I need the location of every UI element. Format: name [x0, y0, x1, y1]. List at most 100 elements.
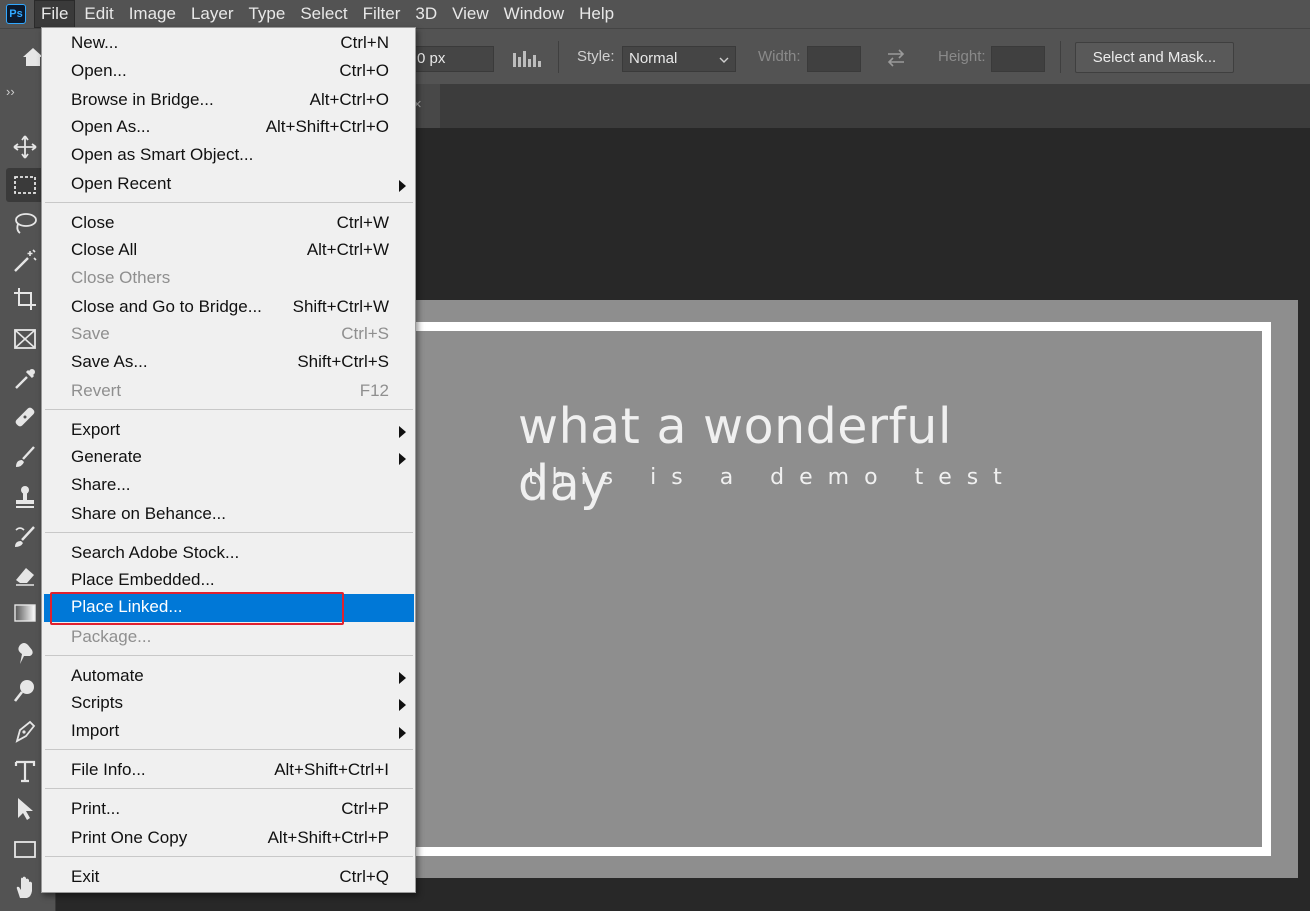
menu-item-label: Revert [71, 381, 122, 400]
clone-stamp-tool-icon[interactable] [6, 480, 46, 514]
menu-type[interactable]: Type [242, 1, 291, 27]
menu-item-label: Browse in Bridge... [71, 90, 214, 109]
menu-item-open-as[interactable]: Open As... Alt+Shift+Ctrl+O [44, 114, 414, 142]
type-tool-icon[interactable] [6, 754, 46, 788]
dodge-tool-icon[interactable] [6, 674, 46, 708]
menu-item-shortcut: Alt+Ctrl+W [306, 240, 389, 259]
menu-item-label: Search Adobe Stock... [71, 543, 240, 562]
photoshop-logo-icon[interactable]: Ps [6, 4, 26, 24]
menu-item-label: Open... [71, 61, 127, 80]
eyedropper-tool-icon[interactable] [6, 362, 46, 396]
menu-item-shortcut: F12 [359, 381, 389, 400]
menu-image[interactable]: Image [123, 1, 182, 27]
canvas-subtitle-text: this is a demo test [528, 465, 1017, 490]
menu-edit[interactable]: Edit [78, 1, 119, 27]
select-and-mask-button[interactable]: Select and Mask... [1075, 42, 1234, 73]
menu-separator [45, 409, 413, 410]
menu-item-package: Package... [44, 624, 414, 652]
move-tool-icon[interactable] [6, 130, 46, 164]
menu-item-close-and-go-to-bridge[interactable]: Close and Go to Bridge... Shift+Ctrl+W [44, 294, 414, 322]
style-select[interactable]: Normal [622, 46, 736, 72]
menu-item-shortcut: Ctrl+Q [339, 867, 389, 886]
menu-item-revert: Revert F12 [44, 378, 414, 406]
frame-tool-icon[interactable] [6, 322, 46, 356]
menu-help[interactable]: Help [573, 1, 620, 27]
submenu-arrow-icon [399, 727, 406, 739]
menu-item-print[interactable]: Print... Ctrl+P [44, 796, 414, 824]
menu-item-shortcut: Ctrl+W [336, 213, 389, 232]
menu-select[interactable]: Select [294, 1, 353, 27]
menu-item-automate[interactable]: Automate [44, 663, 414, 691]
menu-item-open-recent[interactable]: Open Recent [44, 171, 414, 199]
anti-alias-icon[interactable] [512, 49, 542, 69]
menu-item-place-embedded[interactable]: Place Embedded... [44, 567, 414, 595]
collapse-panel-icon[interactable]: ›› [6, 84, 15, 99]
width-input[interactable] [807, 46, 861, 72]
height-input[interactable] [991, 46, 1045, 72]
path-selection-tool-icon[interactable] [6, 792, 46, 826]
rectangle-tool-icon[interactable] [6, 832, 46, 866]
chevron-down-icon [719, 57, 729, 63]
annotation-highlight-box [50, 592, 344, 625]
menu-item-label: Scripts [71, 693, 123, 712]
menu-view[interactable]: View [446, 1, 495, 27]
file-menu-dropdown: New... Ctrl+N Open... Ctrl+O Browse in Bri… [41, 27, 416, 893]
menu-item-label: Close Others [71, 268, 171, 287]
gradient-tool-icon[interactable] [6, 596, 46, 630]
menu-item-close-all[interactable]: Close All Alt+Ctrl+W [44, 237, 414, 265]
feather-input[interactable]: 0 px [410, 46, 494, 72]
menu-item-scripts[interactable]: Scripts [44, 690, 414, 718]
crop-tool-icon[interactable] [6, 282, 46, 316]
submenu-arrow-icon [399, 699, 406, 711]
swap-arrows-icon[interactable] [885, 49, 907, 67]
rectangular-marquee-tool-icon[interactable] [6, 168, 46, 202]
menu-3d[interactable]: 3D [409, 1, 443, 27]
healing-brush-tool-icon[interactable] [6, 400, 46, 434]
canvas-title-text: what a wonderful day [518, 398, 952, 512]
menu-window[interactable]: Window [498, 1, 570, 27]
menu-item-exit[interactable]: Exit Ctrl+Q [44, 864, 414, 892]
menu-item-import[interactable]: Import [44, 718, 414, 746]
history-brush-tool-icon[interactable] [6, 520, 46, 554]
magic-wand-tool-icon[interactable] [6, 244, 46, 278]
menu-item-shortcut: Alt+Ctrl+O [309, 90, 389, 109]
menu-item-label: Share... [71, 475, 131, 494]
menu-item-shortcut: Shift+Ctrl+W [292, 297, 389, 316]
menu-item-generate[interactable]: Generate [44, 444, 414, 472]
menu-item-search-adobe-stock[interactable]: Search Adobe Stock... [44, 540, 414, 568]
menu-item-label: Generate [71, 447, 142, 466]
menu-item-file-info[interactable]: File Info... Alt+Shift+Ctrl+I [44, 757, 414, 785]
menu-bar: Ps File Edit Image Layer Type Select Fil… [0, 0, 1310, 28]
menu-item-label: Import [71, 721, 120, 740]
brush-tool-icon[interactable] [6, 440, 46, 474]
menu-file[interactable]: File [34, 0, 76, 28]
smudge-tool-icon[interactable] [6, 636, 46, 670]
menu-item-label: Share on Behance... [71, 504, 227, 523]
menu-item-label: Automate [71, 666, 144, 685]
menu-item-share[interactable]: Share... [44, 472, 414, 500]
menu-item-export[interactable]: Export [44, 417, 414, 445]
menu-item-print-one-copy[interactable]: Print One Copy Alt+Shift+Ctrl+P [44, 825, 414, 853]
menu-item-browse-in-bridge[interactable]: Browse in Bridge... Alt+Ctrl+O [44, 87, 414, 115]
eraser-tool-icon[interactable] [6, 558, 46, 592]
menu-item-label: Place Embedded... [71, 570, 215, 589]
menu-item-save-as[interactable]: Save As... Shift+Ctrl+S [44, 349, 414, 377]
menu-item-open[interactable]: Open... Ctrl+O [44, 58, 414, 86]
lasso-tool-icon[interactable] [6, 206, 46, 240]
menu-item-label: Open as Smart Object... [71, 145, 254, 164]
menu-filter[interactable]: Filter [357, 1, 407, 27]
menu-item-shortcut: Ctrl+S [341, 324, 389, 343]
menu-item-share-on-behance[interactable]: Share on Behance... [44, 501, 414, 529]
menu-item-open-as-smart-object[interactable]: Open as Smart Object... [44, 142, 414, 170]
menu-layer[interactable]: Layer [185, 1, 240, 27]
menu-item-label: Close [71, 213, 115, 232]
menu-item-label: Close All [71, 240, 138, 259]
style-select-value: Normal [629, 50, 678, 67]
menu-item-new[interactable]: New... Ctrl+N [44, 30, 414, 58]
menu-item-close[interactable]: Close Ctrl+W [44, 210, 414, 238]
pen-tool-icon[interactable] [6, 714, 46, 748]
menu-item-label: File Info... [71, 760, 146, 779]
hand-tool-icon[interactable] [6, 870, 46, 904]
menu-item-label: Export [71, 420, 121, 439]
options-divider [558, 41, 559, 73]
